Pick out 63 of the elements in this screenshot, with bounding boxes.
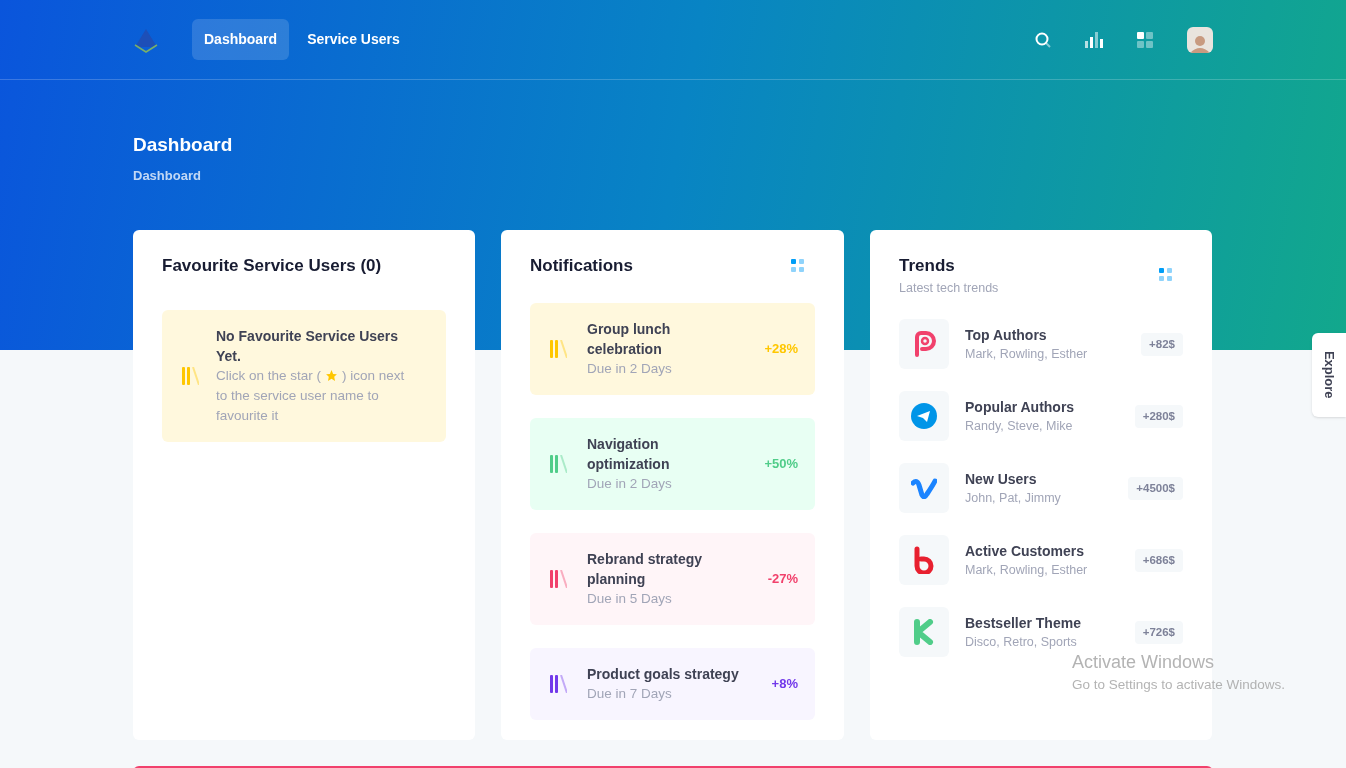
grid-dots-icon[interactable] [1159,268,1173,283]
change-percent: +28% [764,339,798,358]
amount-badge: +82$ [1141,332,1183,356]
paper-plane-icon [911,403,937,430]
notification-due: Due in 7 Days [587,684,673,703]
trend-names: Mark, Rowling, Esther [965,562,1088,580]
notification-item[interactable]: Product goals strategy Due in 7 Days +8% [530,647,815,720]
bars-icon [550,569,567,588]
os-notice-title: Activate Windows [1072,651,1216,673]
change-percent: +50% [764,454,798,473]
letter-v-logo-icon [911,477,937,500]
trend-title[interactable]: New Users [965,469,1061,490]
avatar-placeholder[interactable] [1187,26,1213,53]
trend-title[interactable]: Active Customers [965,541,1088,562]
card-title: Trends [899,255,956,277]
notification-title: Product goals strategy [587,664,740,684]
trend-names: Disco, Retro, Sports [965,634,1078,652]
notice-text: to the service user name to favourite it [216,386,380,425]
notification-item[interactable]: Rebrand strategy planning Due in 5 Days -27% [530,532,815,625]
notification-item[interactable]: Group lunch celebration Due in 2 Days +28% [530,302,815,395]
amount-badge: +280$ [1134,404,1183,428]
trend-title[interactable]: Popular Authors [965,397,1075,418]
card-subtitle: Latest tech trends [899,279,999,297]
change-percent: -27% [767,569,798,588]
notice-title: No Favourite Service Users Yet. [216,326,400,366]
bars-icon [550,674,567,693]
bar-chart-icon[interactable] [1085,31,1103,48]
breadcrumb: Dashboard [133,166,202,185]
notification-due: Due in 2 Days [587,474,673,493]
trend-names: Randy, Steve, Mike [965,418,1074,436]
trend-title[interactable]: Top Authors [965,325,1088,346]
letter-p-logo-icon [912,331,936,358]
notification-title: Rebrand strategy planning [587,549,704,589]
change-percent: +8% [771,674,798,693]
grid-dots-icon[interactable] [791,258,805,273]
bars-icon [182,366,199,385]
card-title: Favourite Service Users (0) [162,255,383,277]
explore-tab[interactable]: Explore [1312,333,1346,417]
bars-icon [550,454,567,473]
letter-k-logo-icon [913,619,935,646]
notice-text: Click on the star ( [216,366,322,385]
amount-badge: +4500$ [1128,476,1183,500]
notification-due: Due in 5 Days [587,589,673,608]
card-title: Notifications [530,255,633,277]
notification-item[interactable]: Navigation optimization Due in 2 Days +50% [530,417,815,510]
amount-badge: +726$ [1134,620,1183,644]
nav-tab[interactable]: Service Users [295,19,412,60]
grid-icon[interactable] [1137,31,1153,48]
search-icon[interactable] [1035,31,1051,48]
os-notice-text: Go to Settings to activate Windows. [1072,676,1286,694]
page-title: Dashboard [133,133,234,157]
bars-icon [550,339,567,358]
nav-tab[interactable]: Dashboard [192,19,290,60]
star-icon [325,369,339,382]
trend-names: John, Pat, Jimmy [965,490,1061,508]
amount-badge: +686$ [1134,548,1183,572]
notification-due: Due in 2 Days [587,359,673,378]
notification-title: Group lunch celebration [587,319,672,359]
notice-text: ) icon next [342,366,405,385]
letter-b-logo-icon [913,546,935,575]
trend-title[interactable]: Bestseller Theme [965,613,1081,634]
trend-names: Mark, Rowling, Esther [965,346,1088,364]
notification-title: Navigation optimization [587,434,671,474]
